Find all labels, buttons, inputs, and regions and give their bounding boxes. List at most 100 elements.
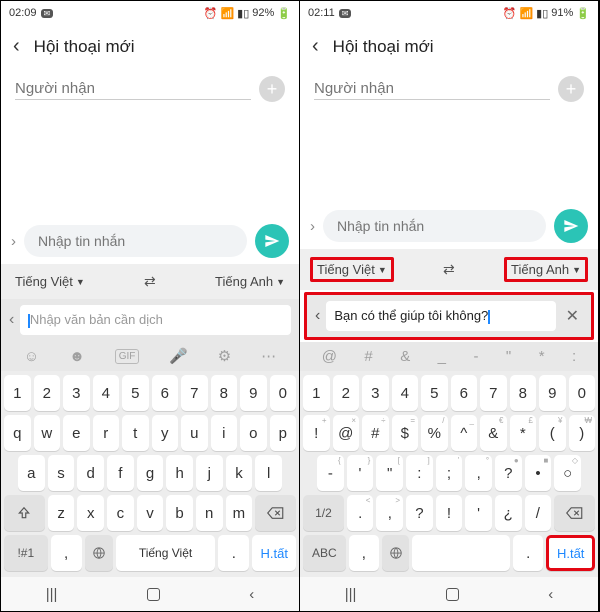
key-7[interactable]: 7 bbox=[181, 375, 208, 411]
abc-key[interactable]: ABC bbox=[303, 535, 346, 571]
key-)[interactable]: )₩ bbox=[569, 415, 596, 451]
settings-icon[interactable]: ⚙ bbox=[218, 347, 231, 365]
key-r[interactable]: r bbox=[93, 415, 120, 451]
key-c[interactable]: c bbox=[107, 495, 134, 531]
recents-button[interactable]: ||| bbox=[345, 586, 357, 603]
key-o[interactable]: o bbox=[240, 415, 267, 451]
message-input[interactable] bbox=[323, 210, 546, 242]
key-e[interactable]: e bbox=[63, 415, 90, 451]
comma-key[interactable]: , bbox=[51, 535, 82, 571]
key-z[interactable]: z bbox=[48, 495, 75, 531]
period-key[interactable]: . bbox=[513, 535, 543, 571]
key-%[interactable]: %/ bbox=[421, 415, 448, 451]
recents-button[interactable]: ||| bbox=[46, 586, 58, 603]
key-,[interactable]: ,° bbox=[465, 455, 492, 491]
shift-key[interactable] bbox=[4, 495, 45, 531]
key-:[interactable]: :] bbox=[406, 455, 433, 491]
key-t[interactable]: t bbox=[122, 415, 149, 451]
key-![interactable]: !+ bbox=[303, 415, 330, 451]
key-f[interactable]: f bbox=[107, 455, 134, 491]
key-7[interactable]: 7 bbox=[480, 375, 507, 411]
language-switch-key[interactable] bbox=[382, 535, 409, 571]
key-k[interactable]: k bbox=[226, 455, 253, 491]
suggestion-item[interactable]: : bbox=[572, 348, 576, 365]
key-5[interactable]: 5 bbox=[122, 375, 149, 411]
key-x[interactable]: x bbox=[77, 495, 104, 531]
key-*[interactable]: *£ bbox=[510, 415, 537, 451]
key-m[interactable]: m bbox=[226, 495, 253, 531]
comma-key[interactable]: , bbox=[349, 535, 379, 571]
add-recipient-button[interactable]: + bbox=[259, 76, 285, 102]
suggestion-item[interactable]: " bbox=[506, 348, 511, 365]
key-1[interactable]: 1 bbox=[303, 375, 330, 411]
key-5[interactable]: 5 bbox=[421, 375, 448, 411]
suggestion-item[interactable]: # bbox=[364, 348, 372, 365]
key-j[interactable]: j bbox=[196, 455, 223, 491]
key-8[interactable]: 8 bbox=[510, 375, 537, 411]
send-button[interactable] bbox=[255, 224, 289, 258]
key-2[interactable]: 2 bbox=[333, 375, 360, 411]
key-([interactable]: (¥ bbox=[539, 415, 566, 451]
key-"[interactable]: "[ bbox=[376, 455, 403, 491]
collapse-icon[interactable]: ‹ bbox=[9, 311, 14, 329]
key-'[interactable]: ' bbox=[465, 495, 492, 531]
send-button[interactable] bbox=[554, 209, 588, 243]
backspace-key[interactable] bbox=[554, 495, 595, 531]
sticker-icon[interactable]: ☻ bbox=[69, 348, 85, 365]
done-key[interactable]: H.tất bbox=[252, 535, 296, 571]
key-;[interactable]: ;' bbox=[436, 455, 463, 491]
key-.[interactable]: .< bbox=[347, 495, 374, 531]
key-6[interactable]: 6 bbox=[451, 375, 478, 411]
space-key[interactable]: Tiếng Việt bbox=[116, 535, 216, 571]
language-switch-key[interactable] bbox=[85, 535, 113, 571]
more-icon[interactable]: ⋯ bbox=[261, 347, 276, 365]
key-@[interactable]: @× bbox=[333, 415, 360, 451]
voice-icon[interactable]: 🎤 bbox=[169, 347, 188, 365]
key-&[interactable]: &€ bbox=[480, 415, 507, 451]
key-p[interactable]: p bbox=[270, 415, 297, 451]
space-key[interactable] bbox=[412, 535, 509, 571]
home-button[interactable] bbox=[446, 588, 459, 601]
back-button[interactable]: ‹ bbox=[548, 586, 553, 603]
key-v[interactable]: v bbox=[137, 495, 164, 531]
key-3[interactable]: 3 bbox=[63, 375, 90, 411]
key-6[interactable]: 6 bbox=[152, 375, 179, 411]
message-input[interactable] bbox=[24, 225, 247, 257]
key-/[interactable]: / bbox=[525, 495, 552, 531]
suggestion-item[interactable]: & bbox=[400, 348, 410, 365]
key-'[interactable]: '} bbox=[347, 455, 374, 491]
back-button[interactable]: ‹ bbox=[249, 586, 254, 603]
collapse-icon[interactable]: ‹ bbox=[315, 307, 320, 325]
source-language-button[interactable]: Tiếng Việt▼ bbox=[11, 272, 89, 291]
key-0[interactable]: 0 bbox=[270, 375, 297, 411]
suggestion-item[interactable]: @ bbox=[322, 348, 337, 365]
expand-icon[interactable]: › bbox=[11, 233, 16, 250]
swap-languages-button[interactable]: ⇄ bbox=[144, 273, 156, 290]
suggestion-item[interactable]: - bbox=[473, 348, 478, 365]
expand-icon[interactable]: › bbox=[310, 218, 315, 235]
suggestion-item[interactable]: * bbox=[539, 348, 545, 365]
symbols-key[interactable]: !#1 bbox=[4, 535, 48, 571]
source-language-button[interactable]: Tiếng Việt▼ bbox=[310, 257, 394, 282]
key-h[interactable]: h bbox=[166, 455, 193, 491]
backspace-key[interactable] bbox=[255, 495, 296, 531]
back-icon[interactable]: ‹ bbox=[312, 35, 319, 58]
key-#[interactable]: #÷ bbox=[362, 415, 389, 451]
back-icon[interactable]: ‹ bbox=[13, 35, 20, 58]
key-0[interactable]: 0 bbox=[569, 375, 596, 411]
key-i[interactable]: i bbox=[211, 415, 238, 451]
recipient-input[interactable] bbox=[314, 78, 550, 100]
key-?[interactable]: ?● bbox=[495, 455, 522, 491]
suggestion-item[interactable]: _ bbox=[438, 348, 446, 365]
period-key[interactable]: . bbox=[218, 535, 249, 571]
key-w[interactable]: w bbox=[34, 415, 61, 451]
key-1[interactable]: 1 bbox=[4, 375, 31, 411]
key-8[interactable]: 8 bbox=[211, 375, 238, 411]
gif-icon[interactable]: GIF bbox=[115, 349, 140, 364]
target-language-button[interactable]: Tiếng Anh▼ bbox=[211, 272, 289, 291]
clear-icon[interactable]: ✕ bbox=[562, 306, 583, 326]
swap-languages-button[interactable]: ⇄ bbox=[443, 261, 455, 278]
key-•[interactable]: •■ bbox=[525, 455, 552, 491]
key-y[interactable]: y bbox=[152, 415, 179, 451]
key-s[interactable]: s bbox=[48, 455, 75, 491]
